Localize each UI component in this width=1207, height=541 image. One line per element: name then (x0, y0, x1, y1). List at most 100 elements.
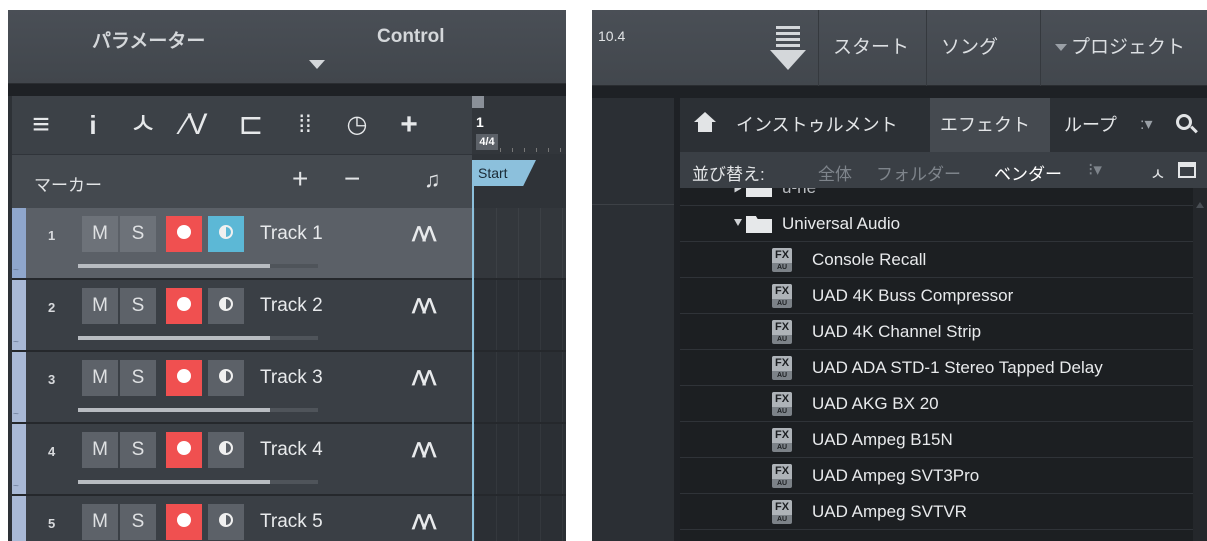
record-button[interactable] (166, 360, 202, 396)
effect-item[interactable]: FX AU UAD AKG BX 20 (680, 386, 1193, 422)
mute-button[interactable]: M (82, 504, 118, 540)
remove-marker-button[interactable]: − (344, 163, 360, 195)
sort-vendor[interactable]: ベンダー (994, 160, 1062, 185)
track-name[interactable]: Track 2 (260, 295, 323, 317)
waveform-icon[interactable]: ᐱᐱ (412, 294, 436, 319)
mute-button[interactable]: M (82, 216, 118, 252)
waveform-icon[interactable]: ᐱᐱ (412, 222, 436, 247)
time-signature[interactable]: 4/4 (476, 134, 498, 150)
dropdown-arrow-icon[interactable] (309, 60, 325, 69)
sort-all[interactable]: 全体 (818, 160, 852, 185)
effect-item[interactable]: FX AU UAD 4K Channel Strip (680, 314, 1193, 350)
more-tabs-button[interactable]: :▾ (1140, 98, 1152, 152)
track-color[interactable]: ~ (12, 496, 26, 541)
volume-fader[interactable] (78, 264, 318, 268)
list-icon[interactable]: ≡ (22, 105, 60, 145)
music-note-icon[interactable]: ♫ (424, 167, 441, 193)
wrench-icon[interactable]: ㅅ (124, 105, 162, 145)
add-track-icon[interactable]: + (390, 105, 428, 145)
track-row[interactable]: ~5 MS Track 5 ᐱᐱ (12, 496, 472, 541)
record-button[interactable] (166, 216, 202, 252)
scrollbar[interactable] (1193, 188, 1207, 541)
waveform-icon[interactable]: ᐱᐱ (412, 366, 436, 391)
track-row[interactable]: ~3 M S Track 3 ᐱᐱ (12, 352, 472, 424)
monitor-button[interactable] (208, 288, 244, 324)
automation-icon[interactable]: ∕V (176, 105, 214, 145)
arrange-area[interactable] (472, 208, 566, 541)
folder-row[interactable]: Universal Audio (680, 206, 1193, 242)
mute-button[interactable]: M (82, 432, 118, 468)
waveform-icon[interactable]: ᐱᐱ (412, 510, 436, 535)
monitor-button[interactable] (208, 360, 244, 396)
volume-fader[interactable] (78, 336, 318, 340)
effect-item[interactable]: FX AU UAD Ampeg SVTVR (680, 494, 1193, 530)
sort-folder[interactable]: フォルダー (876, 160, 961, 185)
list-item[interactable]: u-he (680, 188, 1193, 206)
waveform-icon[interactable]: ᐱᐱ (412, 438, 436, 463)
monitor-button[interactable] (208, 504, 244, 540)
scroll-up-icon[interactable] (1196, 202, 1204, 208)
effect-item[interactable]: FX AU UAD Ampeg B15N (680, 422, 1193, 458)
track-lane[interactable] (474, 424, 566, 496)
monitor-button[interactable] (208, 216, 244, 252)
solo-button[interactable]: S (120, 360, 156, 396)
monitor-button[interactable] (208, 432, 244, 468)
start-marker[interactable]: Start (472, 160, 536, 186)
track-name[interactable]: Track 3 (260, 367, 323, 389)
effect-item[interactable]: FX AU UAD 4K Buss Compressor (680, 278, 1193, 314)
wrench-icon[interactable]: ㅅ (1150, 160, 1166, 185)
track-row[interactable]: ~2 M S Track 2 ᐱᐱ (12, 280, 472, 352)
volume-fader[interactable] (78, 480, 318, 484)
expand-icon[interactable] (734, 219, 742, 226)
mute-button[interactable]: M (82, 360, 118, 396)
mute-button[interactable]: M (82, 288, 118, 324)
plugin-icon: FX AU (772, 464, 792, 488)
effect-item[interactable]: FX AU Console Recall (680, 242, 1193, 278)
control-label[interactable]: Control (377, 26, 445, 48)
window-icon[interactable] (1178, 162, 1196, 178)
import-icon[interactable] (770, 26, 806, 74)
grid-icon[interactable]: ⁞⁞ (286, 105, 324, 145)
add-marker-button[interactable]: + (292, 163, 308, 195)
track-lane[interactable] (474, 352, 566, 424)
track-color[interactable]: ~ (12, 424, 26, 494)
loop-marker-icon[interactable] (472, 96, 484, 108)
track-color[interactable]: ~ (12, 280, 26, 350)
tab-loops[interactable]: ループ (1064, 98, 1117, 152)
record-button[interactable] (166, 288, 202, 324)
solo-button[interactable]: S (120, 432, 156, 468)
info-icon[interactable]: i (74, 105, 112, 145)
search-icon[interactable] (1176, 114, 1198, 134)
track-row[interactable]: ~4 M S Track 4 ᐱᐱ (12, 424, 472, 496)
clock-icon[interactable]: ◷ (338, 105, 376, 145)
track-lane[interactable] (474, 496, 566, 541)
track-lane[interactable] (474, 280, 566, 352)
track-lane[interactable] (474, 208, 566, 280)
effect-item[interactable]: FX AU UAD Ampeg SVT3Pro (680, 458, 1193, 494)
track-row[interactable]: ~1 M S Track 1 ᐱᐱ (12, 208, 472, 280)
monitor-icon (219, 369, 233, 384)
track-name[interactable]: Track 5 (260, 511, 323, 533)
tab-effects[interactable]: エフェクト (930, 98, 1050, 152)
volume-fader[interactable] (78, 408, 318, 412)
track-color[interactable]: ~ (12, 208, 26, 278)
home-icon[interactable] (694, 112, 716, 134)
track-color[interactable]: ~ (12, 352, 26, 422)
track-name[interactable]: Track 4 (260, 439, 323, 461)
parameter-label[interactable]: パラメーター (92, 26, 205, 53)
tab-start[interactable]: スタート (818, 10, 923, 86)
page-header: スタート ソング プロジェクト (592, 10, 1207, 86)
tab-project[interactable]: プロジェクト (1040, 10, 1199, 86)
tab-instruments[interactable]: インストゥルメント (736, 98, 898, 152)
timeline-ruler[interactable]: 1 4/4 Start (472, 96, 566, 208)
solo-button[interactable]: S (120, 504, 156, 540)
record-button[interactable] (166, 432, 202, 468)
tab-song[interactable]: ソング (926, 10, 1012, 86)
flag-icon[interactable]: ⊏ (232, 105, 270, 145)
track-name[interactable]: Track 1 (260, 223, 323, 245)
sort-more-button[interactable]: ⁝▾ (1088, 160, 1102, 180)
solo-button[interactable]: S (120, 288, 156, 324)
effect-item[interactable]: FX AU UAD ADA STD-1 Stereo Tapped Delay (680, 350, 1193, 386)
solo-button[interactable]: S (120, 216, 156, 252)
record-button[interactable] (166, 504, 202, 540)
